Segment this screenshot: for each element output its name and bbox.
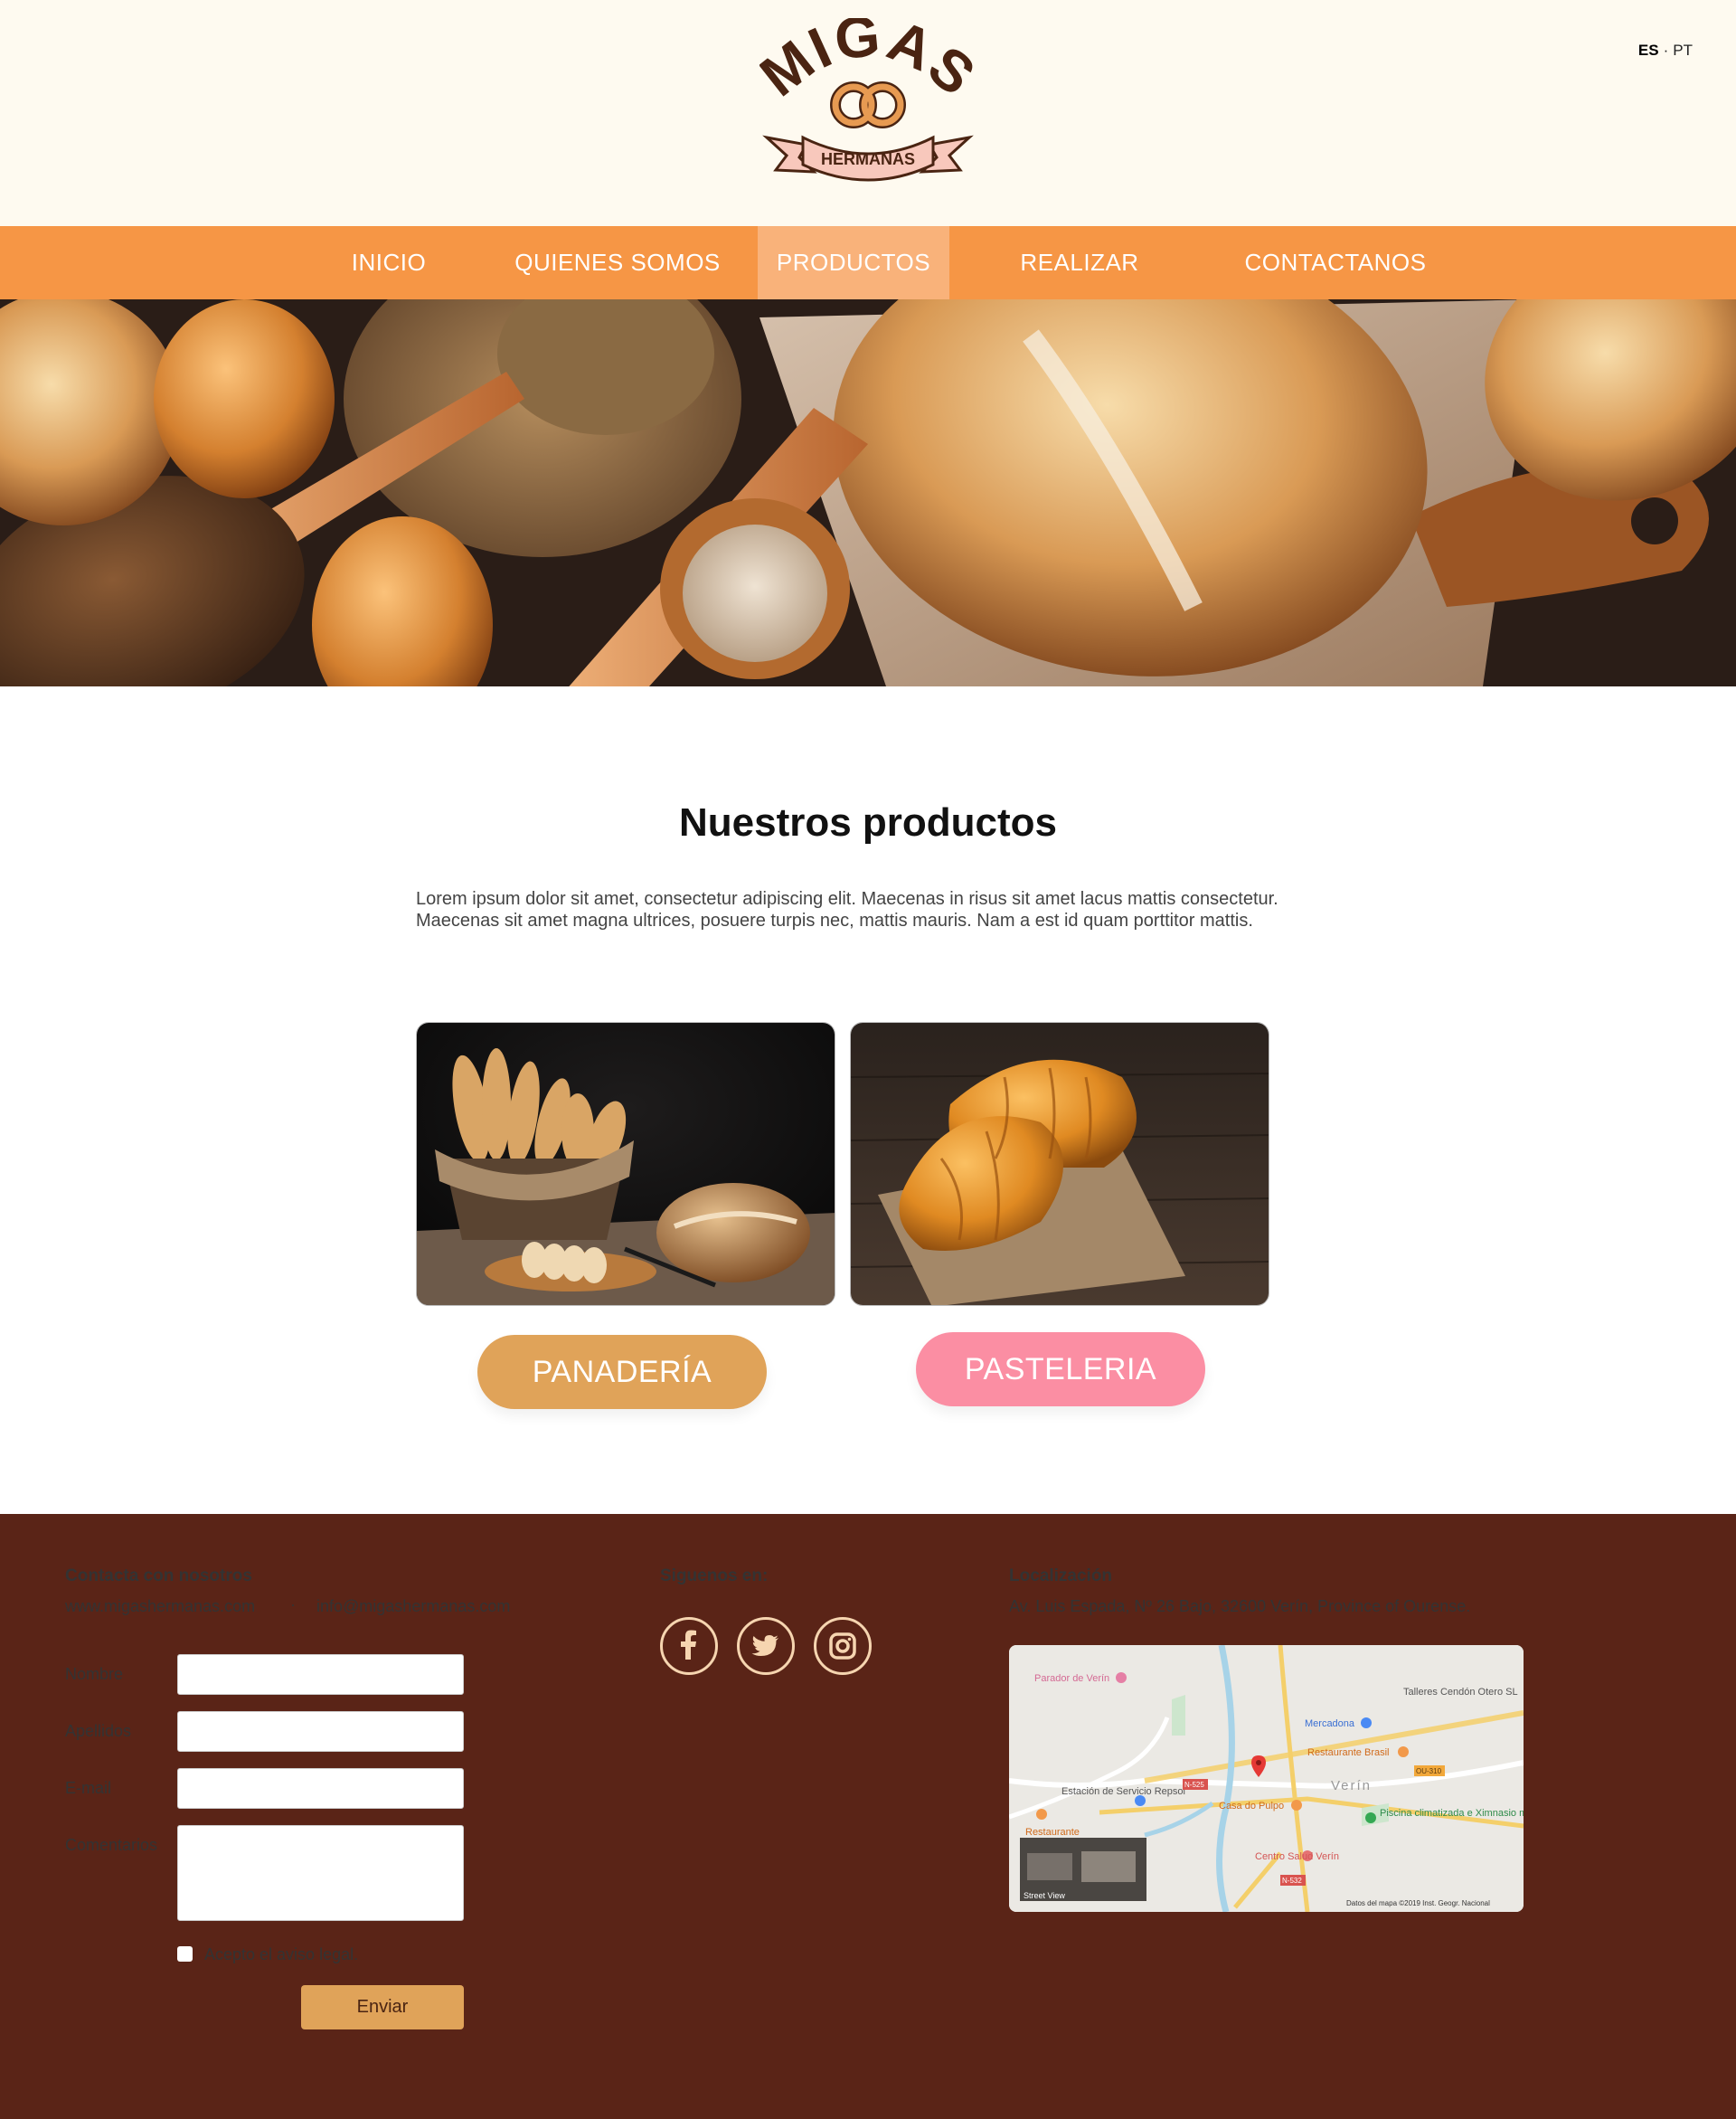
site-header: MIGAS HERMANAS ES·PT <box>0 0 1736 226</box>
map-road-n532: N-532 <box>1282 1877 1302 1885</box>
main-nav: INICIO QUIENES SOMOS PRODUCTOS REALIZAR … <box>0 226 1736 349</box>
instagram-icon[interactable] <box>814 1617 872 1675</box>
map-label-piscina: Piscina climatizada e Ximnasio municipal <box>1380 1808 1524 1819</box>
map-label-talleres: Talleres Cendón Otero SL <box>1403 1687 1518 1698</box>
panaderia-button[interactable]: PANADERÍA <box>477 1335 767 1409</box>
comentarios-label: Comentarios <box>65 1836 158 1854</box>
intro-paragraph: Lorem ipsum dolor sit amet, consectetur … <box>416 889 1278 931</box>
pasteleria-image[interactable] <box>850 1022 1269 1306</box>
nav-quienes-somos[interactable]: QUIENES SOMOS <box>512 226 723 299</box>
map-label-parador: Parador de Verín <box>1034 1673 1109 1684</box>
apellidos-input[interactable] <box>177 1711 464 1752</box>
email-input[interactable] <box>177 1768 464 1809</box>
legal-checkbox[interactable] <box>177 1946 193 1962</box>
map-label-casa-do-pulpo: Casa do Pulpo <box>1219 1801 1284 1812</box>
hero-bread-image <box>0 299 1736 686</box>
facebook-icon[interactable] <box>660 1617 718 1675</box>
contact-heading: Contacta con nosotros <box>65 1566 252 1585</box>
map-label-restaurante-brasil: Restaurante Brasil <box>1307 1747 1390 1758</box>
migas-hermanas-logo[interactable]: MIGAS HERMANAS <box>748 3 986 199</box>
enviar-button[interactable]: Enviar <box>301 1985 464 2029</box>
map-label-repsol: Estación de Servicio Repsol <box>1061 1786 1185 1797</box>
nombre-label: Nombre <box>65 1665 124 1683</box>
nav-productos[interactable]: PRODUCTOS <box>758 226 949 299</box>
twitter-icon[interactable] <box>737 1617 795 1675</box>
map-road-ou310: OU-310 <box>1416 1767 1442 1775</box>
language-switcher: ES · PT <box>1638 42 1693 60</box>
pretzel-icon <box>830 81 906 128</box>
street-view-label[interactable]: Street View <box>1024 1891 1065 1900</box>
map-label-verin: Verín <box>1331 1778 1372 1793</box>
nav-contactanos[interactable]: CONTACTANOS <box>1239 226 1432 299</box>
nav-realizar-pedido[interactable]: REALIZAR PEDIDO <box>973 226 1186 349</box>
pasteleria-button[interactable]: PASTELERIA <box>916 1332 1205 1406</box>
nav-inicio[interactable]: INICIO <box>335 226 443 299</box>
nombre-input[interactable] <box>177 1654 464 1695</box>
contact-separator: · <box>290 1595 296 1613</box>
legal-label: Acepto el aviso legal. <box>204 1945 359 1963</box>
website-link[interactable]: www.migashermanas.com <box>65 1597 255 1616</box>
map-road-n525: N-525 <box>1184 1781 1204 1789</box>
lang-pt[interactable]: PT <box>1673 42 1693 59</box>
social-heading: Siguenos en: <box>660 1566 769 1585</box>
address-text: Av. Luis Espada, Nº 26 Bajo, 32600 Verín… <box>1009 1597 1471 1615</box>
apellidos-label: Apellidos <box>65 1722 132 1740</box>
map-attribution: Datos del mapa ©2019 Inst. Geogr. Nacion… <box>1346 1899 1490 1907</box>
location-map[interactable]: Parador de Verín Talleres Cendón Otero S… <box>1009 1645 1524 1912</box>
location-heading: Localización <box>1009 1566 1113 1585</box>
map-label-restaurante: Restaurante <box>1025 1827 1080 1838</box>
panaderia-image[interactable] <box>416 1022 835 1306</box>
map-label-mercadona: Mercadona <box>1305 1718 1355 1729</box>
logo-ribbon-text: HERMANAS <box>821 150 915 168</box>
lang-es[interactable]: ES <box>1638 42 1659 59</box>
lang-separator: · <box>1663 42 1669 59</box>
page-title: Nuestros productos <box>678 800 1058 845</box>
email-link[interactable]: info@migashermanas.com <box>316 1597 510 1616</box>
email-label: E-mail <box>65 1779 112 1797</box>
comentarios-textarea[interactable] <box>177 1825 464 1921</box>
map-label-centro-salud: Centro Salud Verín <box>1255 1851 1339 1862</box>
